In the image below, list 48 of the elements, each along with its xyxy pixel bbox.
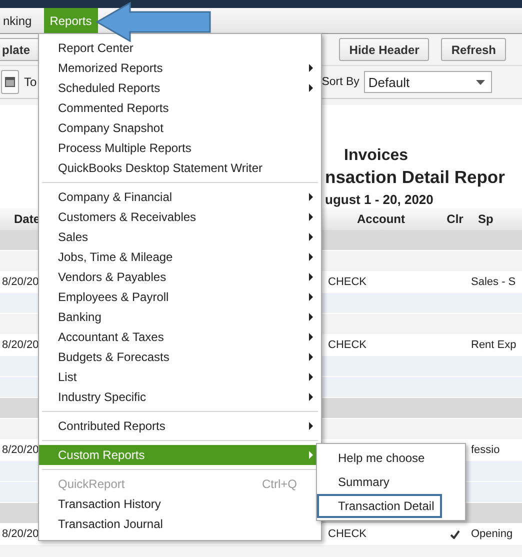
menu-item[interactable]: List bbox=[39, 367, 321, 387]
menu-item[interactable]: Company Snapshot bbox=[39, 118, 321, 138]
menu-item[interactable]: nking bbox=[0, 8, 38, 33]
menu-item[interactable]: Contributed Reports bbox=[39, 416, 321, 436]
menu-item[interactable]: Scheduled Reports bbox=[39, 78, 321, 98]
table-cell-text: 8/20/20 bbox=[1, 339, 39, 351]
menu-item[interactable]: Budgets & Forecasts bbox=[39, 347, 321, 367]
column-header: Sp bbox=[477, 212, 494, 226]
menu-item[interactable]: Sales bbox=[39, 227, 321, 247]
sort-by-dropdown[interactable]: Default bbox=[364, 71, 492, 93]
menu-item[interactable]: Commented Reports bbox=[39, 98, 321, 118]
table-cell: Sales - S bbox=[470, 276, 516, 288]
table-cell-text: 8/20/20 bbox=[1, 276, 39, 288]
table-cell: Opening bbox=[470, 528, 513, 540]
menu-item[interactable]: Company & Financial bbox=[39, 187, 321, 207]
column-header: Clr bbox=[446, 212, 464, 226]
table-cell: Rent Exp bbox=[470, 339, 516, 351]
caret-icon bbox=[476, 80, 486, 84]
toolbar-button[interactable]: plate bbox=[0, 38, 40, 61]
menu-item[interactable]: Process Multiple Reports bbox=[39, 138, 321, 158]
refresh-button[interactable]: Refresh bbox=[441, 38, 506, 61]
column-header: Account bbox=[356, 212, 406, 226]
company-name: Invoices bbox=[343, 147, 410, 165]
menu-item[interactable]: Industry Specific bbox=[39, 387, 321, 407]
menu-item[interactable]: Banking bbox=[39, 307, 321, 327]
menu-item[interactable]: Jobs, Time & Mileage bbox=[39, 247, 321, 267]
table-cell: fessio bbox=[470, 444, 500, 456]
table-cell-text: CHECK bbox=[327, 339, 367, 351]
report-title: nsaction Detail Repor bbox=[325, 167, 506, 188]
menu-item[interactable]: Reports bbox=[44, 8, 98, 33]
date-range: ugust 1 - 20, 2020 bbox=[325, 192, 434, 207]
table-cell-text: 8/20/20 bbox=[1, 528, 39, 540]
menu-item[interactable]: Memorized Reports bbox=[39, 58, 321, 78]
menu-item[interactable]: Transaction Detail bbox=[317, 494, 442, 518]
menu-item[interactable]: Accountant & Taxes bbox=[39, 327, 321, 347]
sort-by-label: Sort By bbox=[322, 76, 360, 88]
menu-item[interactable]: Customers & Receivables bbox=[39, 207, 321, 227]
menu-item[interactable]: Employees & Payroll bbox=[39, 287, 321, 307]
menu-item[interactable]: Summary bbox=[317, 470, 465, 494]
table-cell-text: CHECK bbox=[327, 528, 367, 540]
to-label: To bbox=[24, 75, 37, 89]
table-cell-text: CHECK bbox=[327, 276, 367, 288]
menu-item[interactable]: Vendors & Payables bbox=[39, 267, 321, 287]
calendar-icon[interactable] bbox=[1, 70, 19, 94]
table-cell-text: 8/20/20 bbox=[1, 444, 39, 456]
hide-header-button[interactable]: Hide Header bbox=[339, 38, 430, 61]
menu-item[interactable]: Report Center bbox=[39, 38, 321, 58]
menu-item[interactable]: QuickBooks Desktop Statement Writer bbox=[39, 158, 321, 178]
